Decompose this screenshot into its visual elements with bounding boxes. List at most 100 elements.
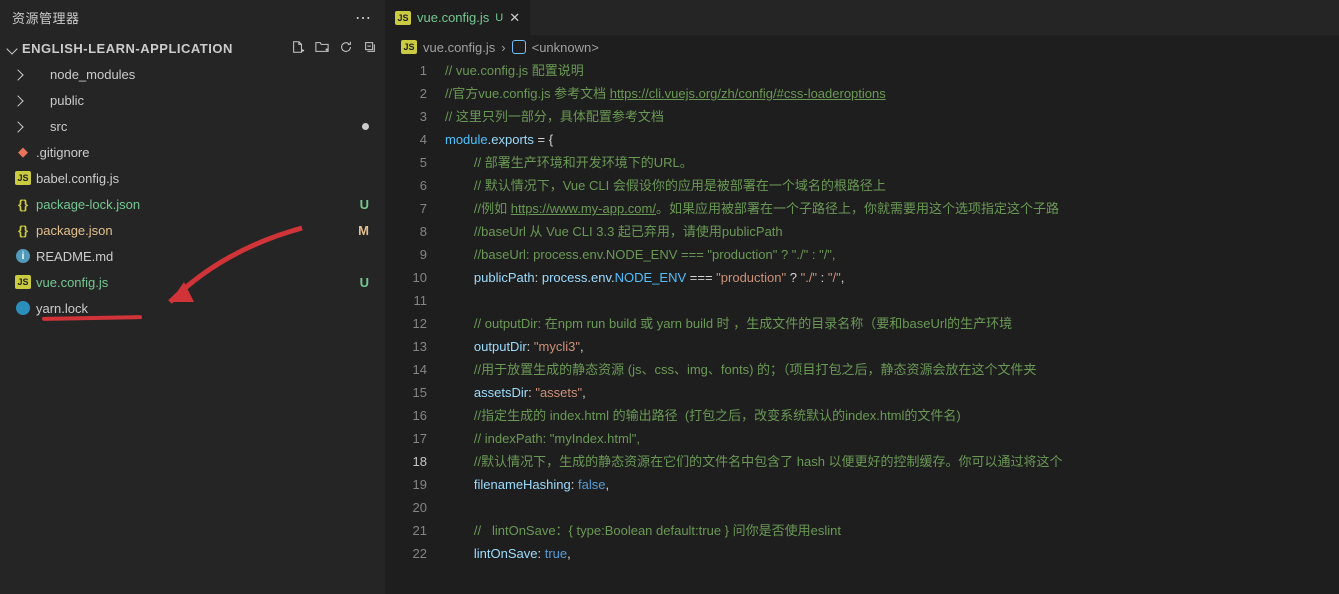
yarn-icon (14, 301, 32, 315)
info-icon: i (14, 249, 32, 263)
file-label: yarn.lock (36, 301, 385, 316)
chevron-right-icon (14, 119, 28, 134)
code-line[interactable]: module.exports = { (445, 128, 1339, 151)
file-item-babel-config-js[interactable]: JS babel.config.js (0, 165, 385, 191)
file-label: package-lock.json (36, 197, 360, 212)
git-status-badge: M (358, 223, 369, 238)
code-line[interactable]: // indexPath: "myIndex.html", (445, 427, 1339, 450)
file-label: src (50, 119, 362, 134)
explorer-header: 资源管理器 ⋯ (0, 0, 385, 35)
line-number: 19 (385, 473, 427, 496)
code-line[interactable]: outputDir: "mycli3", (445, 335, 1339, 358)
file-label: node_modules (50, 67, 385, 82)
code-line[interactable]: //baseUrl 从 Vue CLI 3.3 起已弃用，请使用publicPa… (445, 220, 1339, 243)
line-number: 1 (385, 59, 427, 82)
chevron-right-icon (14, 93, 28, 108)
refresh-icon[interactable] (339, 40, 353, 57)
code-line[interactable]: //用于放置生成的静态资源 (js、css、img、fonts) 的；（项目打包… (445, 358, 1339, 381)
file-item--gitignore[interactable]: ◆ .gitignore (0, 139, 385, 165)
line-number: 20 (385, 496, 427, 519)
line-number: 13 (385, 335, 427, 358)
breadcrumb[interactable]: JS vue.config.js › <unknown> (385, 35, 1339, 59)
code-editor[interactable]: 12345678910111213141516171819202122 // v… (385, 59, 1339, 594)
breadcrumb-symbol[interactable]: <unknown> (532, 40, 599, 55)
git-status-badge: U (360, 197, 369, 212)
symbol-icon (512, 40, 526, 54)
json-icon: {} (14, 223, 32, 238)
chevron-right-icon (14, 67, 28, 82)
chevron-down-icon (8, 41, 22, 56)
chevron-right-icon: › (501, 40, 505, 55)
file-label: .gitignore (36, 145, 385, 160)
tab-label: vue.config.js (417, 10, 489, 25)
line-number: 10 (385, 266, 427, 289)
code-line[interactable]: // vue.config.js 配置说明 (445, 59, 1339, 82)
js-icon: JS (14, 171, 32, 185)
code-line[interactable]: // 部署生产环境和开发环境下的URL。 (445, 151, 1339, 174)
js-file-icon: JS (401, 40, 417, 54)
workspace-section-header[interactable]: ENGLISH-LEARN-APPLICATION (0, 35, 385, 61)
folder-item-node_modules[interactable]: node_modules (0, 61, 385, 87)
editor-tabs: JS vue.config.js U ✕ (385, 0, 1339, 35)
line-number: 21 (385, 519, 427, 542)
explorer-sidebar: 资源管理器 ⋯ ENGLISH-LEARN-APPLICATION node_m… (0, 0, 385, 594)
line-number: 15 (385, 381, 427, 404)
explorer-title: 资源管理器 (12, 8, 80, 27)
code-line[interactable] (445, 289, 1339, 312)
git-status-badge: U (360, 275, 369, 290)
code-line[interactable]: // lintOnSave：{ type:Boolean default:tru… (445, 519, 1339, 542)
line-number: 22 (385, 542, 427, 565)
folder-item-src[interactable]: src (0, 113, 385, 139)
tab-vue-config[interactable]: JS vue.config.js U ✕ (385, 0, 531, 35)
line-number: 12 (385, 312, 427, 335)
code-line[interactable]: assetsDir: "assets", (445, 381, 1339, 404)
more-actions-icon[interactable]: ⋯ (355, 8, 373, 28)
line-number: 2 (385, 82, 427, 105)
file-item-package-json[interactable]: {} package.jsonM (0, 217, 385, 243)
file-item-vue-config-js[interactable]: JS vue.config.jsU (0, 269, 385, 295)
file-tree: node_modulespublic src ◆ .gitignore JS babel.… (0, 61, 385, 321)
line-number: 7 (385, 197, 427, 220)
code-line[interactable]: publicPath: process.env.NODE_ENV === "pr… (445, 266, 1339, 289)
line-number: 11 (385, 289, 427, 312)
file-item-package-lock-json[interactable]: {} package-lock.jsonU (0, 191, 385, 217)
line-number: 14 (385, 358, 427, 381)
close-icon[interactable]: ✕ (509, 10, 520, 26)
workspace-name: ENGLISH-LEARN-APPLICATION (22, 41, 291, 56)
code-line[interactable]: //baseUrl: process.env.NODE_ENV === "pro… (445, 243, 1339, 266)
file-label: babel.config.js (36, 171, 385, 186)
code-line[interactable]: // 默认情况下，Vue CLI 会假设你的应用是被部署在一个域名的根路径上 (445, 174, 1339, 197)
git-icon: ◆ (14, 144, 32, 160)
code-line[interactable]: // 这里只列一部分，具体配置参考文档 (445, 105, 1339, 128)
modified-dot-icon (362, 123, 369, 130)
code-content[interactable]: // vue.config.js 配置说明//官方vue.config.js 参… (445, 59, 1339, 594)
line-number: 17 (385, 427, 427, 450)
file-item-README-md[interactable]: i README.md (0, 243, 385, 269)
workspace-actions (291, 40, 377, 57)
code-line[interactable] (445, 496, 1339, 519)
line-number: 5 (385, 151, 427, 174)
file-label: package.json (36, 223, 358, 238)
line-number: 16 (385, 404, 427, 427)
breadcrumb-file[interactable]: vue.config.js (423, 40, 495, 55)
code-line[interactable]: lintOnSave: true, (445, 542, 1339, 565)
json-icon: {} (14, 197, 32, 212)
js-icon: JS (14, 275, 32, 289)
new-folder-icon[interactable] (315, 40, 329, 57)
file-label: vue.config.js (36, 275, 360, 290)
code-line[interactable]: //官方vue.config.js 参考文档 https://cli.vuejs… (445, 82, 1339, 105)
line-number: 9 (385, 243, 427, 266)
editor-main: JS vue.config.js U ✕ JS vue.config.js › … (385, 0, 1339, 594)
line-gutter: 12345678910111213141516171819202122 (385, 59, 445, 594)
file-label: README.md (36, 249, 385, 264)
code-line[interactable]: //例如 https://www.my-app.com/。如果应用被部署在一个子… (445, 197, 1339, 220)
folder-item-public[interactable]: public (0, 87, 385, 113)
new-file-icon[interactable] (291, 40, 305, 57)
line-number: 4 (385, 128, 427, 151)
code-line[interactable]: //指定生成的 index.html 的输出路径 (打包之后，改变系统默认的in… (445, 404, 1339, 427)
code-line[interactable]: // outputDir: 在npm run build 或 yarn buil… (445, 312, 1339, 335)
collapse-all-icon[interactable] (363, 40, 377, 57)
line-number: 3 (385, 105, 427, 128)
code-line[interactable]: filenameHashing: false, (445, 473, 1339, 496)
code-line[interactable]: //默认情况下，生成的静态资源在它们的文件名中包含了 hash 以便更好的控制缓… (445, 450, 1339, 473)
